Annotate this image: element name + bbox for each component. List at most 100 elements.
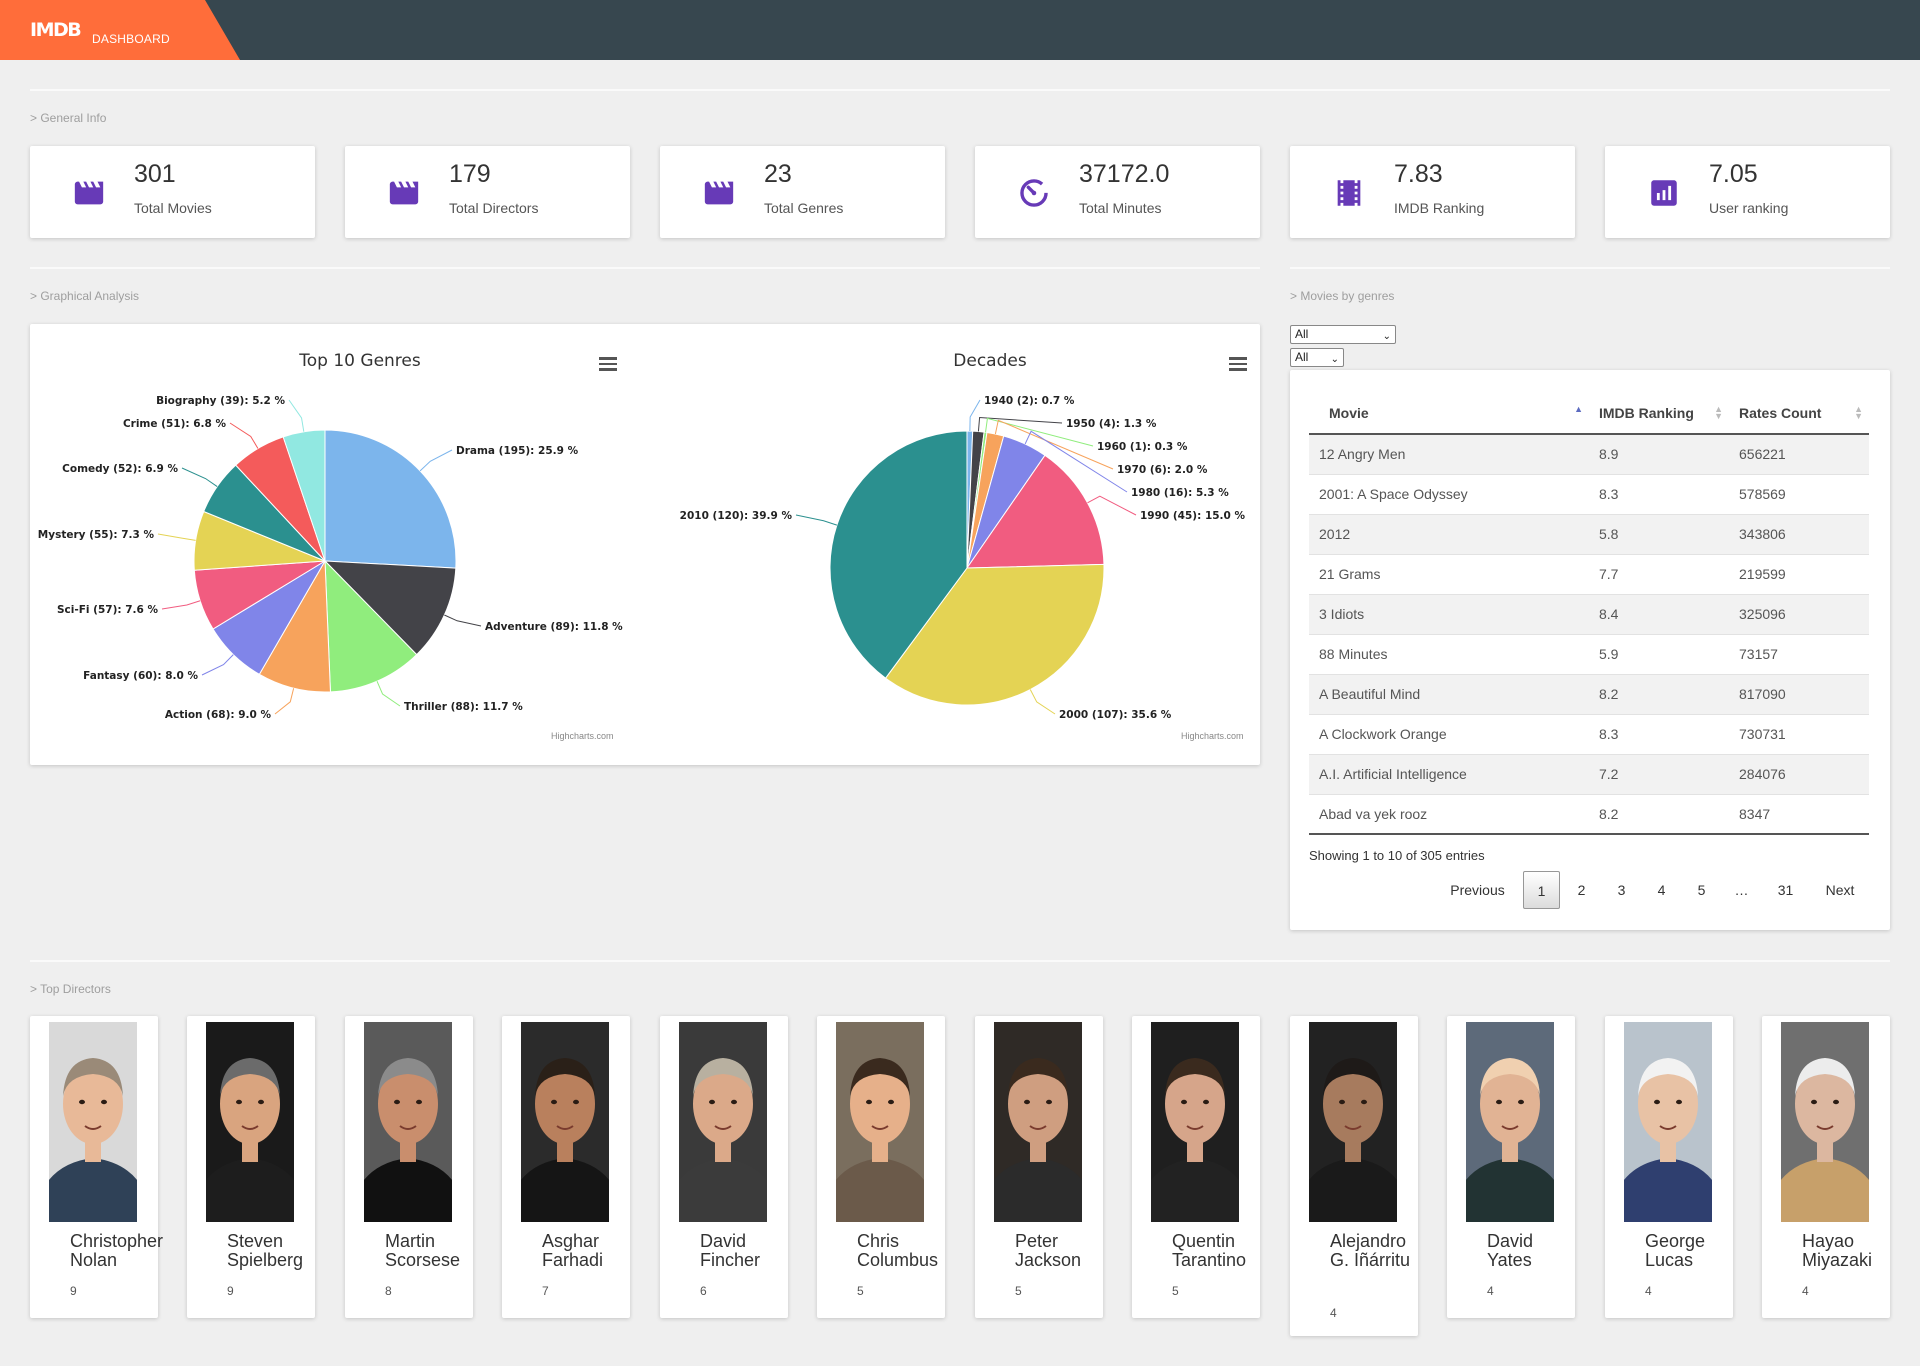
director-name: George Lucas [1645,1231,1706,1270]
cell-movie: 2001: A Space Odyssey [1309,473,1589,514]
director-card[interactable]: David Fincher 6 [660,1016,788,1318]
director-card[interactable]: Asghar Farhadi 7 [502,1016,630,1318]
pie-slice-drama[interactable] [324,429,457,569]
director-card[interactable]: George Lucas 4 [1605,1016,1733,1318]
stat-value: 7.83 [1394,160,1443,188]
pie-data-label: 2000 (107): 35.6 % [1059,709,1172,721]
pie-data-label: 1990 (45): 15.0 % [1140,510,1246,522]
cell-movie: 88 Minutes [1309,633,1589,674]
chart-menu-icon[interactable] [1229,357,1247,371]
clapperboard-icon [74,181,104,205]
timer-icon [1020,179,1048,207]
movies-table: Movie ▲ IMDB Ranking ▲ ▼ Rates Count ▲ ▼ 1… [1309,392,1869,835]
cell-rates-count: 8347 [1729,793,1869,835]
cell-rates-count: 325096 [1729,593,1869,634]
pagination-previous[interactable]: Previous [1440,871,1515,909]
director-movie-count: 8 [385,1284,392,1298]
pie-data-label: 1950 (4): 1.3 % [1066,418,1157,430]
column-header-movie[interactable]: Movie ▲ [1309,392,1589,435]
director-photo [1624,1022,1712,1222]
section-label-movies-by-genres: > Movies by genres [1290,289,1395,303]
table-row[interactable]: A Clockwork Orange 8.3 730731 [1309,713,1869,754]
cell-rates-count: 578569 [1729,473,1869,514]
director-card[interactable]: David Yates 4 [1447,1016,1575,1318]
chart-menu-icon[interactable] [599,357,617,371]
cell-imdb-ranking: 8.3 [1589,473,1729,514]
director-card[interactable]: Alejandro G. Iñárritu 4 [1290,1016,1418,1336]
chart-credit[interactable]: Highcharts.com [1181,731,1244,741]
table-row[interactable]: 2001: A Space Odyssey 8.3 578569 [1309,473,1869,514]
pie-data-label: Comedy (52): 6.9 % [62,463,178,475]
pagination-page-3[interactable]: 3 [1603,871,1640,909]
film-strip-icon [1337,180,1361,206]
stat-card-total-movies: 301 Total Movies [30,146,315,238]
director-card[interactable]: Christopher Nolan 9 [30,1016,163,1318]
pie-connector [229,422,259,449]
pie-data-label: 1960 (1): 0.3 % [1097,441,1188,453]
pagination-page-5[interactable]: 5 [1683,871,1720,909]
table-row[interactable]: A.I. Artificial Intelligence 7.2 284076 [1309,753,1869,794]
cell-imdb-ranking: 5.8 [1589,513,1729,554]
decade-select[interactable]: All ⌄ [1290,348,1344,367]
divider [30,267,1260,269]
director-photo [836,1022,924,1222]
director-name: David Fincher [700,1231,761,1270]
pagination-page-2[interactable]: 2 [1563,871,1600,909]
stat-card-total-directors: 179 Total Directors [345,146,630,238]
cell-imdb-ranking: 8.9 [1589,433,1729,474]
pie-connector [161,600,201,610]
table-row[interactable]: A Beautiful Mind 8.2 817090 [1309,673,1869,714]
director-card[interactable]: Steven Spielberg 9 [187,1016,315,1318]
pagination-page-4[interactable]: 4 [1643,871,1680,909]
sort-asc-icon: ▲ [1574,404,1583,414]
director-card[interactable]: Hayao Miyazaki 4 [1762,1016,1890,1318]
director-movie-count: 4 [1487,1284,1494,1298]
clapperboard-icon [704,181,734,205]
director-name: David Yates [1487,1231,1534,1270]
director-movie-count: 5 [1172,1284,1179,1298]
table-row[interactable]: 21 Grams 7.7 219599 [1309,553,1869,594]
director-name: Christopher Nolan [70,1231,164,1270]
cell-movie: 2012 [1309,513,1589,554]
genre-select[interactable]: All ⌄ [1290,325,1396,344]
cell-rates-count: 817090 [1729,673,1869,714]
cell-rates-count: 219599 [1729,553,1869,594]
table-row[interactable]: 88 Minutes 5.9 73157 [1309,633,1869,674]
director-movie-count: 5 [857,1284,864,1298]
chart-credit[interactable]: Highcharts.com [551,731,614,741]
divider [30,89,1890,91]
director-movie-count: 4 [1330,1306,1337,1320]
section-label-directors: > Top Directors [30,982,111,996]
pie-connector [795,514,838,526]
stat-label: Total Minutes [1079,200,1162,216]
pagination-page-1[interactable]: 1 [1523,871,1560,909]
pie-connector [201,654,234,676]
imdb-logo: IMDB [30,19,82,41]
cell-imdb-ranking: 7.7 [1589,553,1729,594]
pie-data-label: 1970 (6): 2.0 % [1117,464,1208,476]
director-card[interactable]: Chris Columbus 5 [817,1016,945,1318]
brand[interactable]: IMDB DASHBOARD [0,0,240,60]
table-row[interactable]: 2012 5.8 343806 [1309,513,1869,554]
table-row[interactable]: Abad va yek rooz 8.2 8347 [1309,793,1869,835]
column-header-imdb-ranking[interactable]: IMDB Ranking ▲ ▼ [1589,392,1729,435]
pie-data-label: Biography (39): 5.2 % [156,395,285,407]
pie-connector [376,681,401,707]
genre-select-value: All [1295,327,1309,341]
pie-data-label: Sci-Fi (57): 7.6 % [57,604,158,616]
cell-imdb-ranking: 8.2 [1589,673,1729,714]
pagination-page-31[interactable]: 31 [1767,871,1804,909]
pagination-next[interactable]: Next [1815,871,1865,909]
director-card[interactable]: Quentin Tarantino 5 [1132,1016,1260,1318]
pie-data-label: Fantasy (60): 8.0 % [83,670,198,682]
director-photo [1309,1022,1397,1222]
column-header-rates-count[interactable]: Rates Count ▲ ▼ [1729,392,1869,435]
table-row[interactable]: 3 Idiots 8.4 325096 [1309,593,1869,634]
stat-card-total-genres: 23 Total Genres [660,146,945,238]
stat-label: IMDB Ranking [1394,200,1485,216]
table-row[interactable]: 12 Angry Men 8.9 656221 [1309,433,1869,474]
director-card[interactable]: Martin Scorsese 8 [345,1016,473,1318]
director-card[interactable]: Peter Jackson 5 [975,1016,1103,1318]
cell-rates-count: 284076 [1729,753,1869,794]
stat-value: 23 [764,160,792,188]
